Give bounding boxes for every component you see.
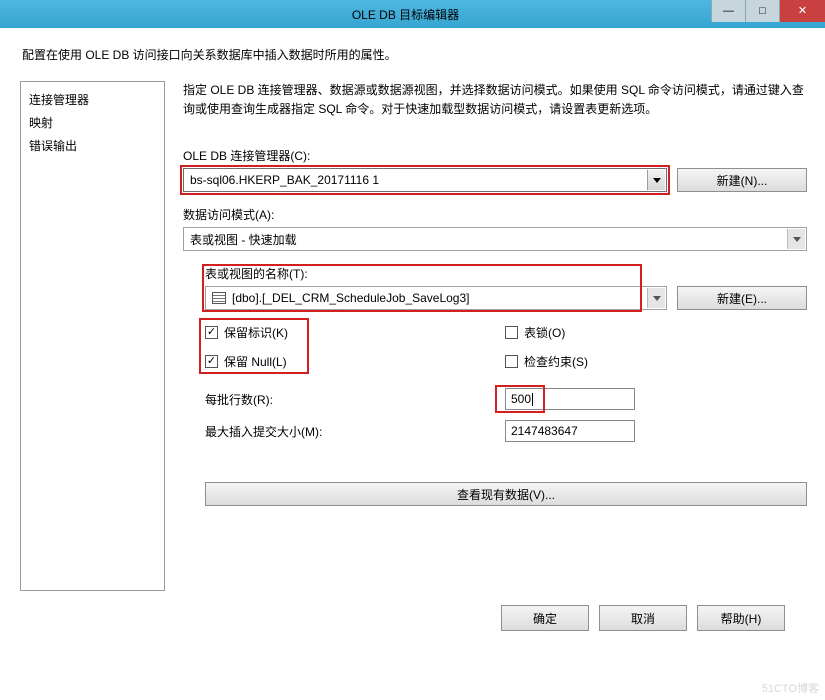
access-mode-value: 表或视图 - 快速加载 [190, 231, 297, 248]
keep-identity-label: 保留标识(K) [224, 324, 288, 341]
keep-null-checkbox[interactable] [205, 355, 218, 368]
connection-manager-label: OLE DB 连接管理器(C): [183, 147, 807, 164]
table-name-value: [dbo].[_DEL_CRM_ScheduleJob_SaveLog3] [232, 291, 470, 305]
max-commit-input[interactable]: 2147483647 [505, 420, 635, 442]
watermark: 51CTO博客 [762, 680, 819, 696]
dropdown-arrow-icon [647, 170, 665, 190]
rows-per-batch-value: 500 [511, 392, 531, 406]
help-button[interactable]: 帮助(H) [697, 605, 785, 631]
check-constraints-label: 检查约束(S) [524, 353, 588, 370]
ok-button[interactable]: 确定 [501, 605, 589, 631]
new-connection-button[interactable]: 新建(N)... [677, 168, 807, 192]
minimize-button[interactable]: — [711, 0, 745, 22]
sidebar-item-connection-manager[interactable]: 连接管理器 [21, 88, 164, 111]
window-controls: — □ ✕ [711, 0, 825, 28]
table-name-label: 表或视图的名称(T): [205, 265, 807, 282]
intro-text: 配置在使用 OLE DB 访问接口向关系数据库中插入数据时所用的属性。 [22, 46, 805, 63]
keep-identity-checkbox[interactable] [205, 326, 218, 339]
content-panel: 指定 OLE DB 连接管理器、数据源或数据源视图，并选择数据访问模式。如果使用… [183, 81, 807, 591]
access-mode-dropdown[interactable]: 表或视图 - 快速加载 [183, 227, 807, 251]
sidebar-nav: 连接管理器 映射 错误输出 [20, 81, 165, 591]
table-icon [212, 292, 226, 304]
close-button[interactable]: ✕ [779, 0, 825, 22]
max-commit-label: 最大插入提交大小(M): [205, 423, 505, 440]
keep-null-label: 保留 Null(L) [224, 353, 287, 370]
sidebar-item-error-output[interactable]: 错误输出 [21, 134, 164, 157]
maximize-icon: □ [759, 6, 766, 17]
connection-manager-dropdown[interactable]: bs-sql06.HKERP_BAK_20171116 1 [183, 168, 667, 192]
dialog-footer: 确定 取消 帮助(H) [20, 591, 807, 631]
cancel-button[interactable]: 取消 [599, 605, 687, 631]
description-text: 指定 OLE DB 连接管理器、数据源或数据源视图，并选择数据访问模式。如果使用… [183, 81, 807, 119]
close-icon: ✕ [798, 6, 807, 17]
sidebar-item-mappings[interactable]: 映射 [21, 111, 164, 134]
minimize-icon: — [723, 6, 734, 17]
table-name-dropdown[interactable]: [dbo].[_DEL_CRM_ScheduleJob_SaveLog3] [205, 286, 667, 310]
check-constraints-checkbox[interactable] [505, 355, 518, 368]
view-existing-data-button[interactable]: 查看现有数据(V)... [205, 482, 807, 506]
table-lock-checkbox[interactable] [505, 326, 518, 339]
maximize-button[interactable]: □ [745, 0, 779, 22]
rows-per-batch-label: 每批行数(R): [205, 391, 505, 408]
access-mode-label: 数据访问模式(A): [183, 206, 807, 223]
connection-manager-value: bs-sql06.HKERP_BAK_20171116 1 [190, 173, 379, 187]
new-table-button[interactable]: 新建(E)... [677, 286, 807, 310]
title-bar: OLE DB 目标编辑器 — □ ✕ [0, 0, 825, 28]
table-lock-label: 表锁(O) [524, 324, 565, 341]
rows-per-batch-input[interactable]: 500 [505, 388, 635, 410]
dropdown-arrow-icon [787, 229, 805, 249]
max-commit-value: 2147483647 [511, 424, 578, 438]
dropdown-arrow-icon [647, 288, 665, 308]
window-title: OLE DB 目标编辑器 [0, 6, 711, 23]
